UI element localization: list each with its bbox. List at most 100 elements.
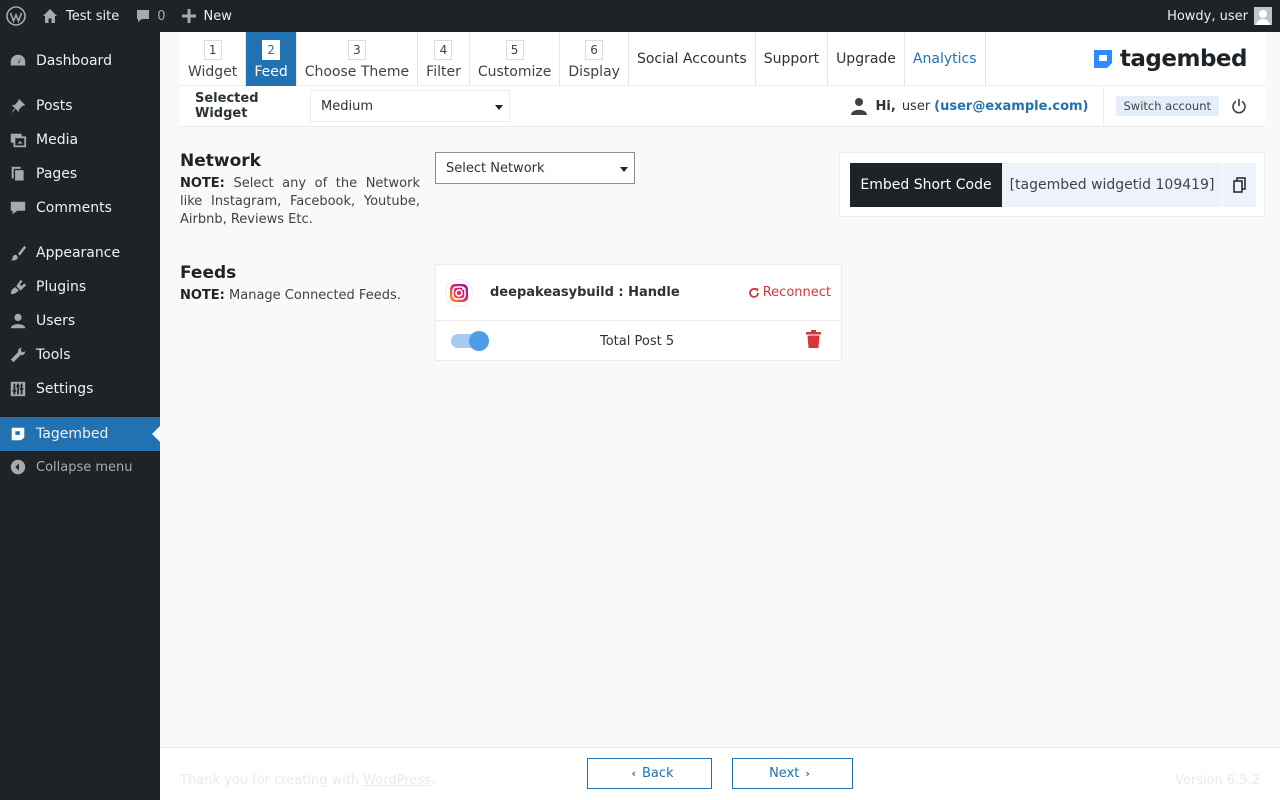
widget-select-value: Medium — [321, 98, 373, 114]
step-number: 1 — [203, 40, 222, 60]
step-customize[interactable]: 5 Customize — [470, 32, 561, 86]
collapse-arrow-icon — [0, 458, 36, 476]
widget-select[interactable]: Medium — [310, 90, 510, 122]
step-label: Choose Theme — [304, 64, 410, 80]
user-icon — [0, 312, 36, 330]
sidebar-item-tagembed[interactable]: Tagembed — [0, 417, 160, 451]
wordpress-link[interactable]: WordPress — [363, 773, 431, 788]
collapse-menu-button[interactable]: Collapse menu — [0, 450, 160, 484]
sidebar-item-tools[interactable]: Tools — [0, 338, 160, 372]
sidebar-item-label: Pages — [36, 166, 78, 182]
feed-card: deepakeasybuild : Handle Reconnect Total… — [435, 264, 842, 361]
reconnect-label: Reconnect — [762, 285, 831, 300]
sidebar-item-media[interactable]: Media — [0, 123, 160, 157]
total-post-label: Total Post — [600, 333, 662, 349]
sidebar-item-label: Dashboard — [36, 53, 112, 69]
user-info: Hi, user (user@example.com) — [850, 85, 1104, 127]
embed-shortcode-label: Embed Short Code — [850, 163, 1002, 207]
sidebar-item-label: Tagembed — [36, 426, 109, 442]
step-number: 5 — [505, 40, 524, 60]
wp-logo-icon[interactable] — [0, 0, 34, 32]
tagembed-logo-icon — [1093, 49, 1112, 68]
selected-widget-label: Selected Widget — [195, 91, 259, 121]
user-name: user — [901, 98, 931, 114]
caret-down-icon — [495, 105, 503, 110]
user-email: (user@example.com) — [934, 98, 1089, 114]
comments-link[interactable]: 0 — [127, 0, 173, 32]
tab-analytics[interactable]: Analytics — [905, 32, 986, 86]
refresh-icon — [748, 287, 759, 298]
greeting: Hi, — [875, 98, 896, 114]
network-select[interactable]: Select Network — [435, 152, 635, 184]
step-number: 3 — [347, 40, 366, 60]
total-post-count: 5 — [665, 333, 675, 349]
back-label: Back — [641, 766, 674, 781]
home-icon — [43, 9, 57, 23]
network-select-value: Select Network — [446, 160, 545, 176]
step-widget[interactable]: 1 Widget — [180, 32, 247, 86]
footer: Thank you for creating with WordPress. ‹… — [160, 747, 1280, 800]
feed-name: deepakeasybuild : Handle — [490, 285, 680, 300]
comments-count: 0 — [157, 8, 166, 24]
admin-sidebar: Dashboard Posts Media Pages Comments App… — [0, 32, 160, 800]
step-label: Widget — [188, 64, 238, 80]
step-feed[interactable]: 2 Feed — [246, 32, 297, 86]
copy-icon[interactable] — [1222, 163, 1256, 207]
user-icon — [850, 98, 867, 115]
sidebar-item-settings[interactable]: Settings — [0, 372, 160, 406]
sidebar-item-dashboard[interactable]: Dashboard — [0, 44, 160, 78]
step-display[interactable]: 6 Display — [560, 32, 629, 86]
feed-toggle[interactable] — [451, 331, 489, 351]
feed-footer: Total Post 5 — [436, 321, 841, 361]
wrench-icon — [0, 346, 36, 364]
sidebar-item-users[interactable]: Users — [0, 304, 160, 338]
tab-social-accounts[interactable]: Social Accounts — [629, 32, 756, 86]
footer-thanks-text: Thank you for creating with — [180, 773, 360, 788]
site-name: Test site — [66, 8, 120, 24]
sidebar-item-label: Posts — [36, 98, 73, 114]
trash-icon[interactable] — [806, 330, 821, 352]
sidebar-item-label: Plugins — [36, 279, 87, 295]
switch-account-button[interactable]: Switch account — [1115, 96, 1219, 116]
admin-bar: Test site 0 New Howdy, user — [0, 0, 1280, 32]
sidebar-item-label: Users — [36, 313, 76, 329]
tab-support[interactable]: Support — [756, 32, 829, 86]
tagembed-logo: tagembed — [1092, 32, 1265, 85]
sidebar-item-plugins[interactable]: Plugins — [0, 270, 160, 304]
network-note: NOTE: Select any of the Network like Ins… — [180, 175, 420, 229]
sliders-icon — [0, 380, 36, 398]
widget-bar: Selected Widget Medium Hi, user (user@ex… — [180, 85, 1265, 127]
back-button[interactable]: ‹ Back — [587, 758, 712, 789]
step-label: Filter — [426, 64, 461, 80]
logo-text: tagembed — [1119, 45, 1248, 72]
plug-icon — [0, 278, 36, 296]
comment-icon — [0, 199, 36, 217]
my-account[interactable]: Howdy, user — [1159, 0, 1280, 32]
tab-upgrade[interactable]: Upgrade — [828, 32, 905, 86]
step-filter[interactable]: 4 Filter — [418, 32, 470, 86]
reconnect-button[interactable]: Reconnect — [748, 285, 831, 300]
step-number: 2 — [262, 40, 281, 60]
pin-icon — [0, 97, 36, 115]
step-number: 6 — [585, 40, 604, 60]
new-content-link[interactable]: New — [174, 0, 240, 32]
main-content: 1 Widget 2 Feed 3 Choose Theme 4 Filter … — [160, 32, 1280, 800]
feed-header: deepakeasybuild : Handle Reconnect — [436, 265, 841, 321]
next-button[interactable]: Next › — [732, 758, 853, 789]
site-name-link[interactable]: Test site — [34, 0, 127, 32]
note-label: NOTE: — [180, 176, 225, 191]
embed-shortcode-value[interactable]: [tagembed widgetid 109419] — [1002, 163, 1222, 207]
chevron-left-icon: ‹ — [631, 767, 636, 780]
sidebar-item-comments[interactable]: Comments — [0, 191, 160, 225]
step-navigation: 1 Widget 2 Feed 3 Choose Theme 4 Filter … — [180, 32, 1265, 86]
instagram-icon — [446, 279, 472, 306]
total-post: Total Post 5 — [600, 334, 674, 349]
sidebar-item-pages[interactable]: Pages — [0, 157, 160, 191]
step-label: Customize — [477, 64, 552, 80]
power-icon[interactable] — [1231, 98, 1247, 114]
step-choose-theme[interactable]: 3 Choose Theme — [297, 32, 419, 86]
sidebar-item-posts[interactable]: Posts — [0, 89, 160, 123]
feeds-note: NOTE: Manage Connected Feeds. — [180, 287, 420, 305]
sidebar-item-label: Media — [36, 132, 79, 148]
sidebar-item-appearance[interactable]: Appearance — [0, 236, 160, 270]
